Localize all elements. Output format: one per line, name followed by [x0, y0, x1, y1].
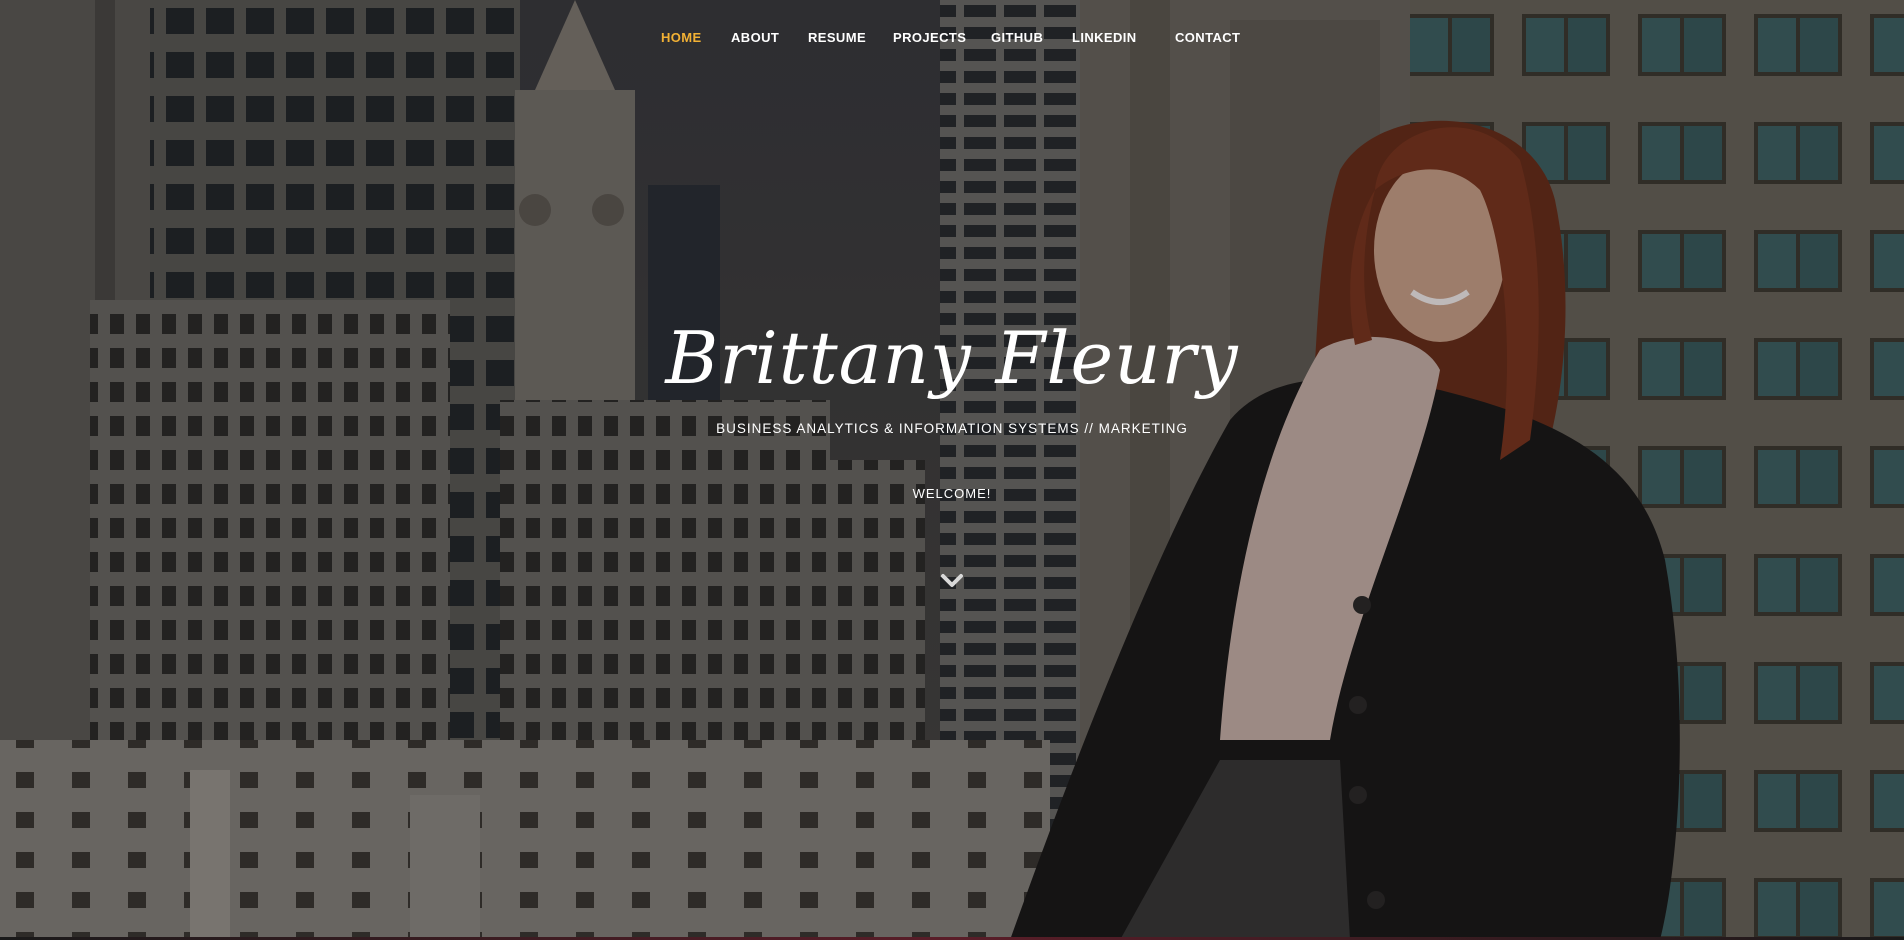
hero-title: Brittany Fleury	[665, 316, 1239, 400]
nav-linkedin[interactable]: LINKEDIN	[1072, 30, 1137, 45]
hero-welcome: WELCOME!	[912, 486, 992, 501]
nav-about[interactable]: ABOUT	[731, 30, 779, 45]
dark-overlay	[0, 0, 1904, 940]
nav-github[interactable]: GITHUB	[991, 30, 1043, 45]
nav-home[interactable]: HOME	[661, 30, 702, 45]
hero-section: HOME ABOUT RESUME PROJECTS GITHUB LINKED…	[0, 0, 1904, 940]
nav-projects[interactable]: PROJECTS	[893, 30, 966, 45]
nav-resume[interactable]: RESUME	[808, 30, 866, 45]
main-navigation: HOME ABOUT RESUME PROJECTS GITHUB LINKED…	[0, 30, 1904, 50]
hero-subtitle: BUSINESS ANALYTICS & INFORMATION SYSTEMS…	[716, 421, 1188, 436]
nav-contact[interactable]: CONTACT	[1175, 30, 1240, 45]
chevron-down-icon[interactable]	[938, 570, 966, 592]
